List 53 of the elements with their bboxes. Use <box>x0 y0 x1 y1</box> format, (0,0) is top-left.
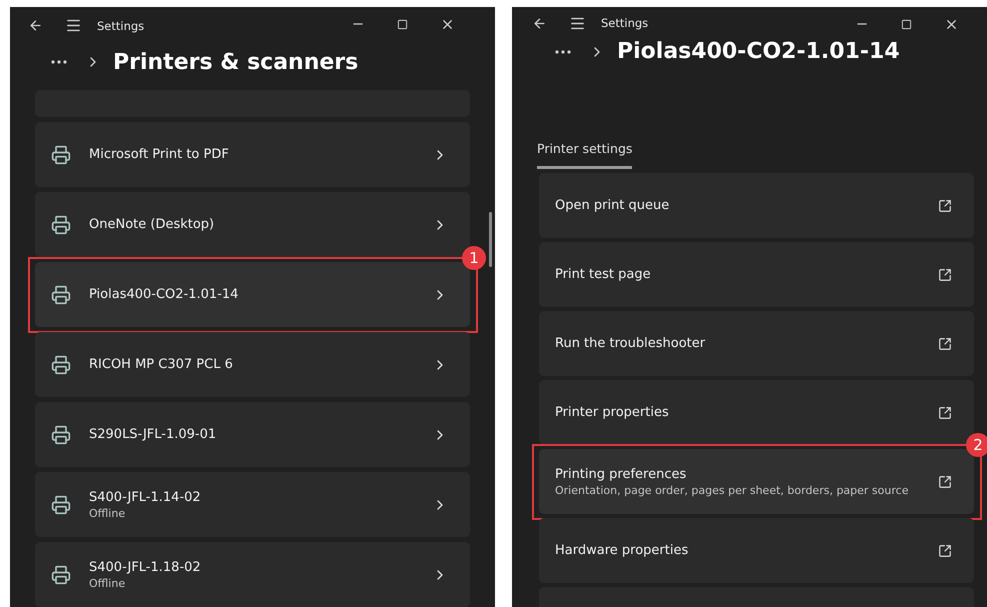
printer-name: Piolas400-CO2-1.01-14 <box>89 287 240 302</box>
printer-name: S400-JFL-1.18-02 <box>89 560 202 574</box>
printer-icon <box>51 284 71 304</box>
printer-item[interactable]: OneNote (Desktop) <box>35 192 470 257</box>
page-title: Printers & scanners <box>113 50 358 75</box>
printer-name: RICOH MP C307 PCL 6 <box>89 357 234 372</box>
more-icon <box>51 60 67 64</box>
setting-label: Open print queue <box>555 198 670 213</box>
setting-label: Run the troubleshooter <box>555 336 706 351</box>
setting-item[interactable]: Hardware properties <box>539 518 974 583</box>
setting-label: Print test page <box>555 267 652 282</box>
printer-icon <box>51 424 71 444</box>
maximize-icon <box>901 18 912 30</box>
printer-status: Offline <box>89 506 126 520</box>
external-link-icon <box>938 474 952 488</box>
printer-name: OneNote (Desktop) <box>89 217 216 232</box>
printer-item[interactable]: RICOH MP C307 PCL 6 <box>35 332 470 397</box>
printer-item[interactable]: Piolas400-CO2-1.01-14 <box>35 262 470 327</box>
printer-icon <box>51 214 71 234</box>
printer-name: S400-JFL-1.14-02 <box>89 490 202 504</box>
setting-description: Orientation, page order, pages per sheet, borders, paper source <box>555 484 910 496</box>
external-link-icon <box>938 336 952 350</box>
page-title: Piolas400-CO2-1.01-14 <box>617 39 900 64</box>
maximize-icon <box>397 18 408 30</box>
app-title: Settings <box>601 16 650 30</box>
printer-name: S290LS-JFL-1.09-01 <box>89 427 218 442</box>
setting-item[interactable]: Printing preferences Orientation, page order, pages per sheet, borders, paper source <box>539 449 974 514</box>
setting-item[interactable]: Print test page <box>539 242 974 307</box>
setting-label: Printer properties <box>555 405 670 420</box>
printer-icon <box>51 354 71 374</box>
setting-label: Printing preferences <box>555 466 688 482</box>
printer-icon <box>51 494 71 514</box>
scrollbar-thumb[interactable] <box>489 212 492 267</box>
external-link-icon <box>938 544 952 558</box>
app-title: Settings <box>97 18 146 33</box>
printer-name: Microsoft Print to PDF <box>89 147 230 162</box>
printer-item[interactable]: S400-JFL-1.18-02 Offline <box>35 542 470 607</box>
setting-item[interactable]: Printer properties <box>539 380 974 445</box>
more-icon <box>555 50 571 54</box>
printer-item[interactable]: Microsoft Print to PDF <box>35 122 470 187</box>
step-badge: 1 <box>462 246 486 270</box>
printer-status: Offline <box>89 576 126 590</box>
setting-label: Hardware properties <box>555 543 690 558</box>
printer-icon <box>51 144 71 164</box>
setting-item[interactable]: Run the troubleshooter <box>539 311 974 376</box>
setting-item[interactable]: Open print queue <box>539 173 974 238</box>
tab[interactable]: Printer settings <box>537 141 632 169</box>
printer-icon <box>51 564 71 584</box>
external-link-icon <box>938 268 952 282</box>
printer-item[interactable]: S400-JFL-1.14-02 Offline <box>35 472 470 537</box>
external-link-icon <box>938 198 952 212</box>
printer-item[interactable]: S290LS-JFL-1.09-01 <box>35 402 470 467</box>
external-link-icon <box>938 406 952 420</box>
